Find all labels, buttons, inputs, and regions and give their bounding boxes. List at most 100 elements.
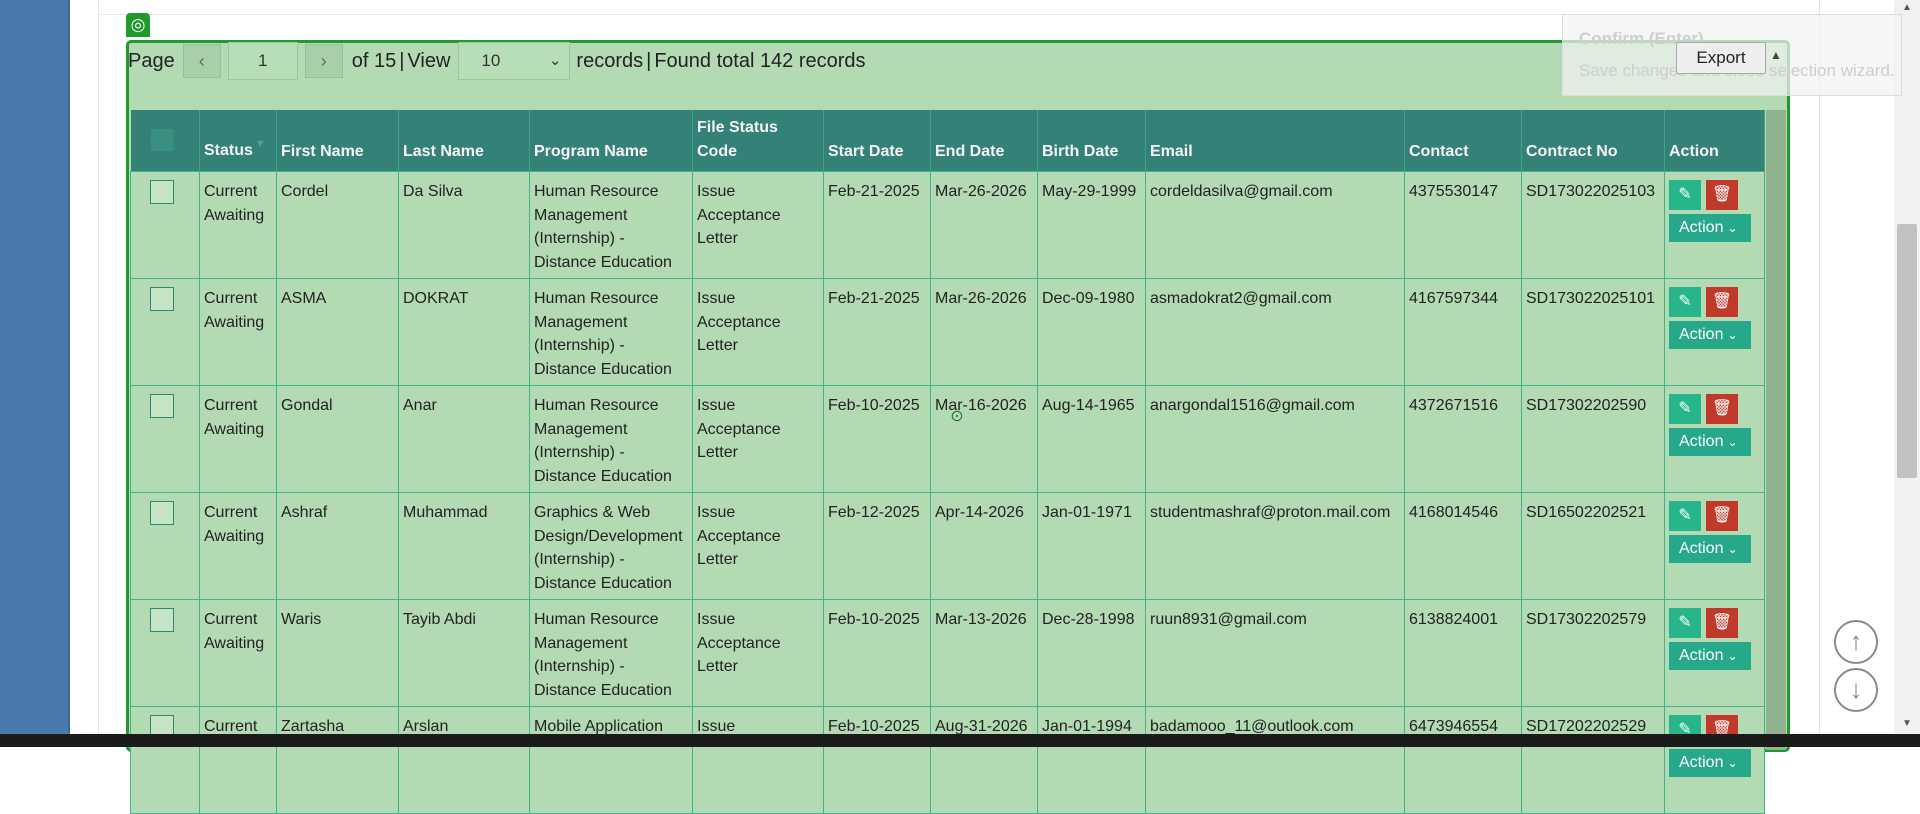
table-row[interactable]: Current Awaiting Cordel Da Silva Human Reso… — [130, 171, 1765, 279]
action-cell: ✎ 🗑 Action ⌄ — [1664, 492, 1765, 600]
trash-icon[interactable]: 🗑 — [1706, 180, 1738, 210]
program-name-cell: Graphics & Web Design/Development (Inter… — [529, 492, 693, 600]
trash-icon[interactable]: 🗑 — [1706, 608, 1738, 638]
table-row[interactable]: Current Zartasha Arslan Mobile Application I… — [130, 706, 1765, 814]
trash-icon[interactable]: 🗑 — [1706, 501, 1738, 531]
column-header-email[interactable]: Email — [1145, 110, 1405, 172]
contact-cell: 4168014546 — [1404, 492, 1522, 600]
file-status-cell: Issue Acceptance Letter — [692, 171, 824, 279]
action-dropdown-button[interactable]: Action ⌄ — [1669, 214, 1751, 242]
row-checkbox[interactable] — [150, 394, 174, 418]
chevron-down-icon: ⌄ — [1727, 435, 1738, 449]
column-header-start-date[interactable]: Start Date — [823, 110, 931, 172]
target-icon[interactable]: ◎ — [126, 13, 150, 37]
start-date-cell: Feb-10-2025 — [823, 706, 931, 814]
birth-date-cell: Jan-01-1971 — [1037, 492, 1146, 600]
edit-icon[interactable]: ✎ — [1669, 501, 1701, 531]
page-scrollbar[interactable]: ▲ ▼ — [1894, 0, 1920, 747]
contact-cell: 6473946554 — [1404, 706, 1522, 814]
row-checkbox[interactable] — [150, 287, 174, 311]
table-row[interactable]: Current Awaiting Gondal Anar Human Resource… — [130, 385, 1765, 493]
contact-cell: 4375530147 — [1404, 171, 1522, 279]
view-count-select[interactable]: 10 ⌄ — [458, 42, 571, 80]
prev-page-button[interactable]: ‹ — [182, 44, 221, 78]
action-cell: ✎ 🗑 Action ⌄ — [1664, 171, 1765, 279]
edit-icon[interactable]: ✎ — [1669, 608, 1701, 638]
row-checkbox[interactable] — [150, 501, 174, 525]
action-dropdown-button[interactable]: Action ⌄ — [1669, 535, 1751, 563]
action-dropdown-button[interactable]: Action ⌄ — [1669, 749, 1751, 777]
table-scrollbar[interactable] — [1766, 110, 1786, 750]
last-name-cell: DOKRAT — [398, 278, 530, 386]
column-header-first-name[interactable]: First Name — [276, 110, 399, 172]
scroll-down-arrow-icon[interactable]: ▼ — [1894, 716, 1920, 732]
next-page-button[interactable]: › — [304, 44, 343, 78]
status-cell: Current Awaiting — [199, 278, 277, 386]
first-name-cell: Gondal — [276, 385, 399, 493]
last-name-cell: Da Silva — [398, 171, 530, 279]
status-cell: Current Awaiting — [199, 385, 277, 493]
last-name-cell: Anar — [398, 385, 530, 493]
table-header-row: Status ▼ First Name Last Name Program Nam… — [130, 110, 1765, 172]
row-select-cell — [130, 171, 200, 279]
action-dropdown-button[interactable]: Action ⌄ — [1669, 428, 1751, 456]
chevron-down-icon: ⌄ — [548, 52, 562, 69]
chevron-down-icon: ⌄ — [1727, 756, 1738, 770]
table-scrollbar-thumb[interactable] — [1766, 110, 1786, 750]
email-cell: ruun8931@gmail.com — [1145, 599, 1405, 707]
select-all-checkbox[interactable] — [149, 128, 174, 152]
edit-icon[interactable]: ✎ — [1669, 180, 1701, 210]
column-header-last-name[interactable]: Last Name — [398, 110, 530, 172]
file-status-cell: Issue Acceptance Letter — [692, 278, 824, 386]
row-checkbox[interactable] — [150, 608, 174, 632]
trash-icon[interactable]: 🗑 — [1706, 287, 1738, 317]
file-status-cell: Issue Acceptance Letter — [692, 385, 824, 493]
edit-icon[interactable]: ✎ — [1669, 287, 1701, 317]
table-row[interactable]: Current Awaiting Ashraf Muhammad Graphics &… — [130, 492, 1765, 600]
file-status-cell: Issue — [692, 706, 824, 814]
column-header-program-name[interactable]: Program Name — [529, 110, 693, 172]
arrow-up-icon[interactable]: ↑ — [1834, 620, 1878, 664]
column-header-contact[interactable]: Contact — [1404, 110, 1522, 172]
program-name-cell: Human Resource Management (Internship) -… — [529, 171, 693, 279]
scrollbar-thumb[interactable] — [1897, 224, 1917, 478]
file-status-cell: Issue Acceptance Letter — [692, 492, 824, 600]
table-row[interactable]: Current Awaiting Waris Tayib Abdi Human Res… — [130, 599, 1765, 707]
records-label: records — [576, 49, 644, 72]
collapse-up-icon[interactable]: ▲ — [1770, 48, 1782, 62]
contract-no-cell: SD16502202521 — [1521, 492, 1665, 600]
chevron-left-icon: ‹ — [198, 51, 205, 71]
row-checkbox[interactable] — [150, 180, 174, 204]
left-sidebar — [0, 0, 70, 747]
email-cell: asmadokrat2@gmail.com — [1145, 278, 1405, 386]
select-all-header — [130, 110, 200, 172]
row-select-cell — [130, 492, 200, 600]
edit-icon[interactable]: ✎ — [1669, 394, 1701, 424]
column-header-status[interactable]: Status ▼ — [199, 110, 277, 172]
column-header-contract-no[interactable]: Contract No — [1521, 110, 1665, 172]
page-number-input[interactable] — [227, 42, 298, 80]
chevron-down-icon: ⌄ — [1727, 542, 1738, 556]
chevron-down-icon: ⌄ — [1727, 221, 1738, 235]
status-cell: Current — [199, 706, 277, 814]
start-date-cell: Feb-21-2025 — [823, 278, 931, 386]
action-dropdown-button[interactable]: Action ⌄ — [1669, 642, 1751, 670]
column-header-file-status-code[interactable]: File Status Code — [692, 110, 824, 172]
end-date-cell: Mar-26-2026 — [930, 171, 1038, 279]
chevron-down-icon: ⌄ — [1727, 649, 1738, 663]
action-cell: ✎ 🗑 Action ⌄ — [1664, 599, 1765, 707]
contact-cell: 4167597344 — [1404, 278, 1522, 386]
column-header-end-date[interactable]: End Date — [930, 110, 1038, 172]
sort-icon[interactable]: ▼ — [255, 138, 266, 150]
table-row[interactable]: Current Awaiting ASMA DOKRAT Human Resource… — [130, 278, 1765, 386]
first-name-cell: Waris — [276, 599, 399, 707]
end-date-cell: Mar-13-2026 — [930, 599, 1038, 707]
trash-icon[interactable]: 🗑 — [1706, 394, 1738, 424]
birth-date-cell: May-29-1999 — [1037, 171, 1146, 279]
row-select-cell — [130, 278, 200, 386]
arrow-down-icon[interactable]: ↓ — [1834, 668, 1878, 712]
column-header-birth-date[interactable]: Birth Date — [1037, 110, 1146, 172]
export-button[interactable]: Export — [1676, 42, 1766, 74]
first-name-cell: Ashraf — [276, 492, 399, 600]
action-dropdown-button[interactable]: Action ⌄ — [1669, 321, 1751, 349]
